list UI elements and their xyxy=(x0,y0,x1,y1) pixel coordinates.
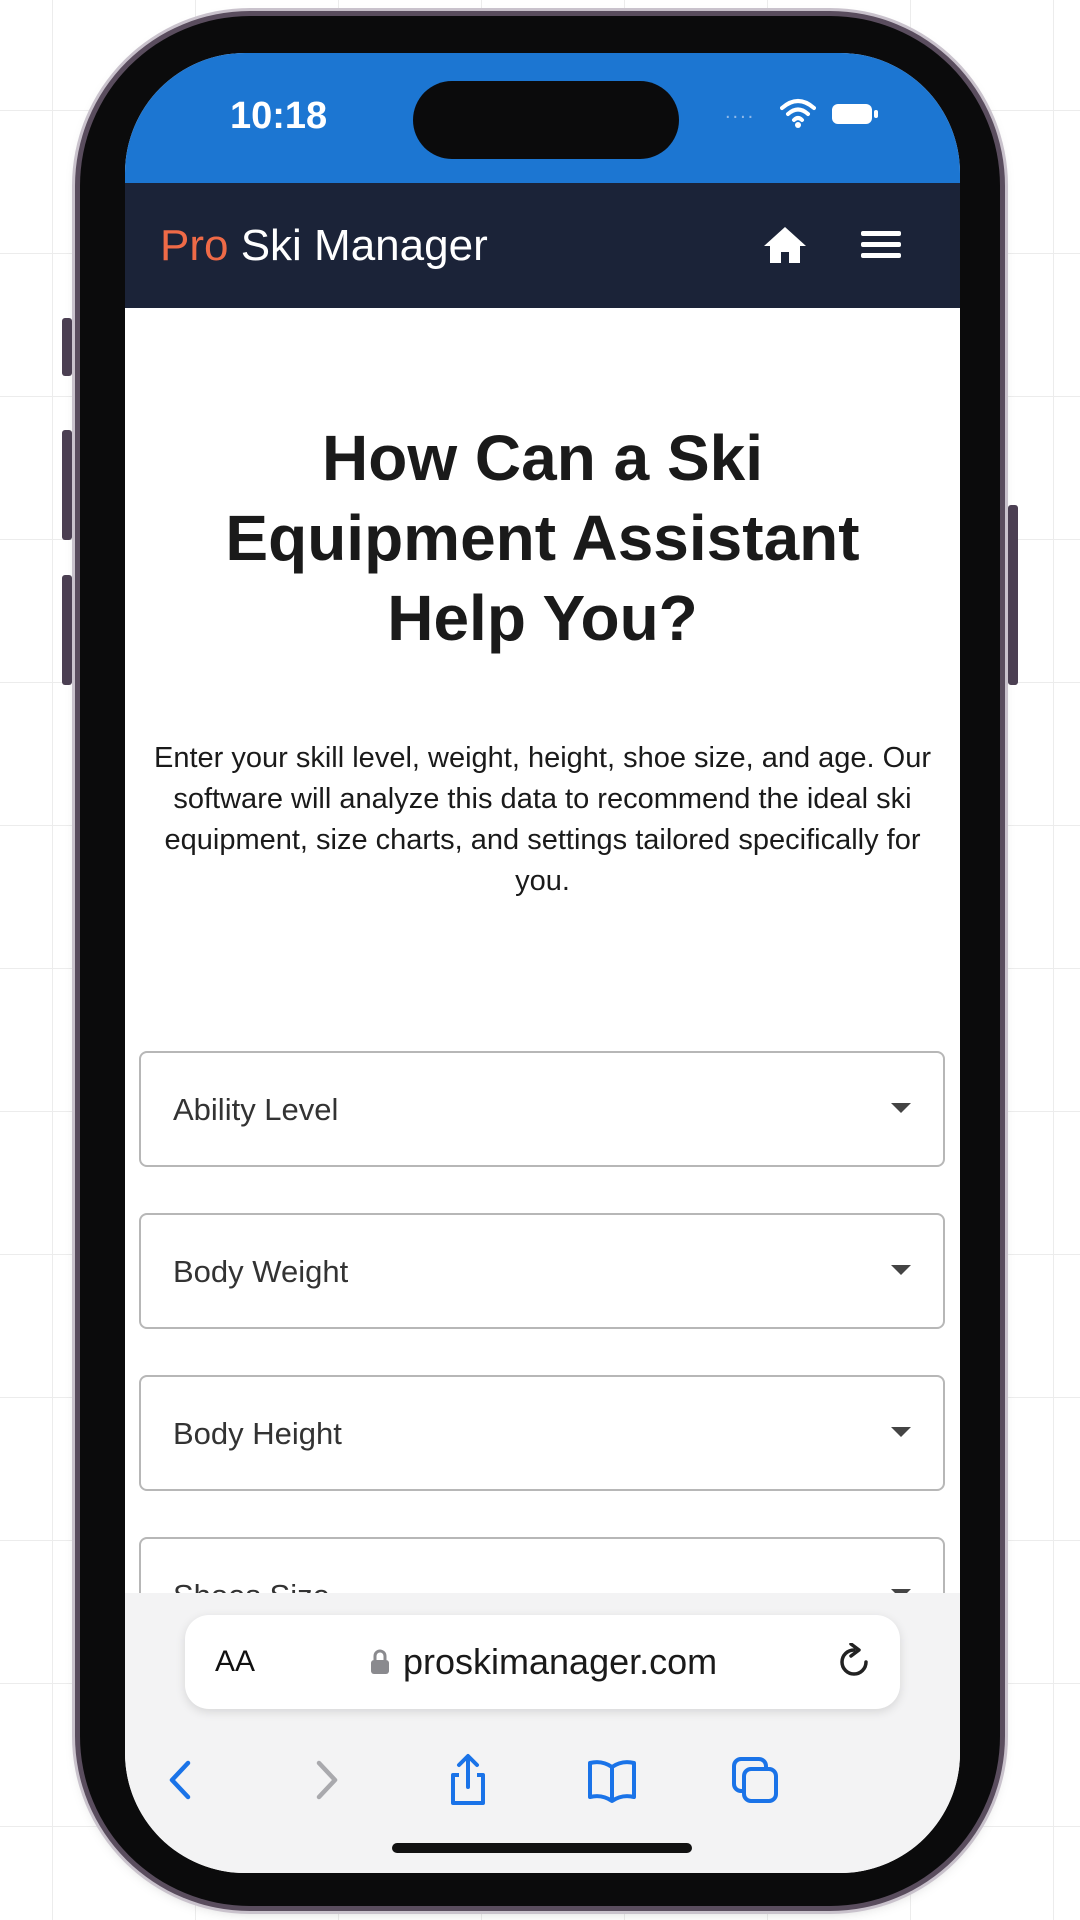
battery-icon xyxy=(832,104,878,124)
dynamic-island xyxy=(413,81,679,159)
wifi-icon xyxy=(780,99,816,128)
back-icon[interactable] xyxy=(155,1753,209,1807)
browser-toolbar: AA proskimanager.com xyxy=(125,1593,960,1873)
share-icon[interactable] xyxy=(441,1753,495,1807)
body-height-select[interactable]: Body Height xyxy=(139,1375,945,1491)
volume-up-button xyxy=(62,430,72,540)
lock-icon xyxy=(371,1649,389,1674)
brand-accent: Pro xyxy=(160,221,229,270)
field-label: Body Height xyxy=(173,1416,342,1451)
action-button xyxy=(62,318,72,376)
phone-screen: 10:18 .... Pro Ski Manager How Can a Ski… xyxy=(125,53,960,1873)
home-icon[interactable] xyxy=(762,225,808,265)
ability-level-select[interactable]: Ability Level xyxy=(139,1051,945,1167)
status-time: 10:18 xyxy=(230,95,328,137)
caret-down-icon xyxy=(891,1103,911,1113)
address-bar[interactable]: AA proskimanager.com xyxy=(185,1615,900,1709)
text-size-button[interactable]: AA xyxy=(215,1645,255,1679)
caret-down-icon xyxy=(891,1265,911,1275)
reload-icon[interactable] xyxy=(835,1643,873,1681)
caret-down-icon xyxy=(891,1427,911,1437)
page-title: How Can a Ski Equipment Assistant Help Y… xyxy=(225,422,860,654)
signal-icon: .... xyxy=(725,101,756,123)
bookmarks-icon[interactable] xyxy=(585,1753,639,1807)
brand-name: Ski Manager xyxy=(228,221,488,270)
brand-logo[interactable]: Pro Ski Manager xyxy=(160,221,488,271)
power-button xyxy=(1008,505,1018,685)
body-weight-select[interactable]: Body Weight xyxy=(139,1213,945,1329)
app-navbar: Pro Ski Manager xyxy=(125,183,960,308)
field-label: Ability Level xyxy=(173,1092,339,1127)
forward-icon[interactable] xyxy=(298,1753,352,1807)
main-content: How Can a Ski Equipment Assistant Help Y… xyxy=(125,308,960,1658)
page-description: Enter your skill level, weight, height, … xyxy=(154,742,931,897)
tabs-icon[interactable] xyxy=(728,1753,782,1807)
menu-icon[interactable] xyxy=(860,227,902,263)
field-label: Body Weight xyxy=(173,1254,349,1289)
url-text[interactable]: proskimanager.com xyxy=(403,1641,717,1683)
volume-down-button xyxy=(62,575,72,685)
home-indicator xyxy=(392,1843,692,1853)
status-bar: 10:18 .... xyxy=(125,53,960,183)
